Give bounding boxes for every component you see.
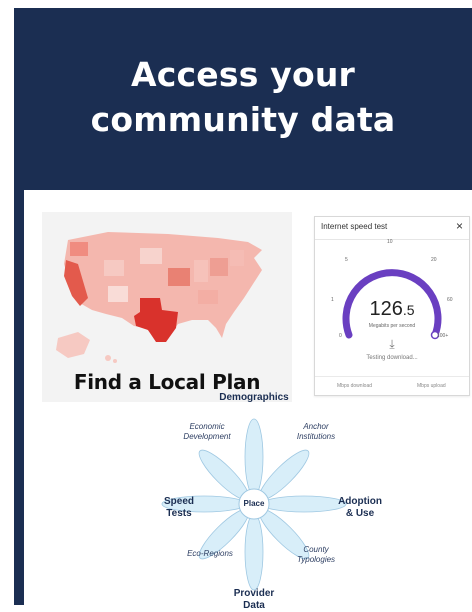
state-shade [108, 286, 128, 302]
diagram-label-top: Demographics [219, 392, 289, 403]
speed-status: Testing download... [366, 355, 418, 361]
community-data-card[interactable]: Access your community data Find a Local … [14, 8, 472, 611]
diagram-label-right: Adoption & Use [338, 496, 382, 519]
community-data-diagram: Place Demographics Provider Data Speed Tes… [124, 392, 384, 611]
diagram-label-upper-left: Economic Development [183, 422, 231, 441]
diagram-label-upper-right: Anchor Institutions [296, 422, 336, 441]
gauge-tick: 5 [345, 257, 348, 263]
state-shade [210, 258, 228, 276]
diagram-label-left: Speed Tests [163, 496, 194, 519]
card-header: Access your community data [14, 8, 472, 186]
diagram-label-bottom: Provider Data [233, 588, 275, 611]
download-label: Mbps download [337, 383, 373, 389]
alaska-shape [56, 332, 90, 358]
find-local-plan-tile[interactable]: Find a Local Plan [42, 212, 292, 402]
speed-test-header: Internet speed test × [315, 217, 469, 240]
state-shade [168, 268, 190, 286]
state-shade [230, 250, 244, 266]
gauge-tick: 20 [431, 257, 437, 263]
diagram-center-label: Place [243, 499, 265, 508]
map-tile-label: Find a Local Plan [73, 370, 261, 394]
state-shade [70, 242, 88, 256]
upload-label: Mbps upload [417, 383, 446, 389]
diagram-label-lower-right: County Typologies [296, 545, 336, 564]
speed-footer: Mbps download Mbps upload [315, 376, 469, 395]
diagram-label-lower-left: Eco-Regions [187, 549, 233, 558]
hawaii-shape [105, 355, 111, 361]
us-map-illustration [56, 232, 262, 363]
speed-value: 126.5 [369, 298, 415, 320]
card-title: Access your community data [90, 55, 396, 139]
petal [244, 513, 264, 591]
hawaii-shape [113, 359, 117, 363]
speed-unit: Megabits per second [368, 323, 416, 329]
state-shade [194, 260, 208, 282]
card-image-area: Find a Local Plan Internet speed test × … [24, 190, 472, 611]
close-icon[interactable]: × [456, 219, 463, 233]
speed-test-panel[interactable]: Internet speed test × 0 1 5 10 20 60 100… [314, 216, 470, 396]
petal [244, 418, 264, 496]
download-arrow-icon: ⤓ [389, 337, 395, 351]
state-shade [198, 290, 218, 304]
state-shade [104, 260, 124, 276]
state-shade [140, 248, 162, 264]
gauge-tick: 10 [387, 239, 393, 245]
speed-test-title: Internet speed test [321, 222, 388, 231]
